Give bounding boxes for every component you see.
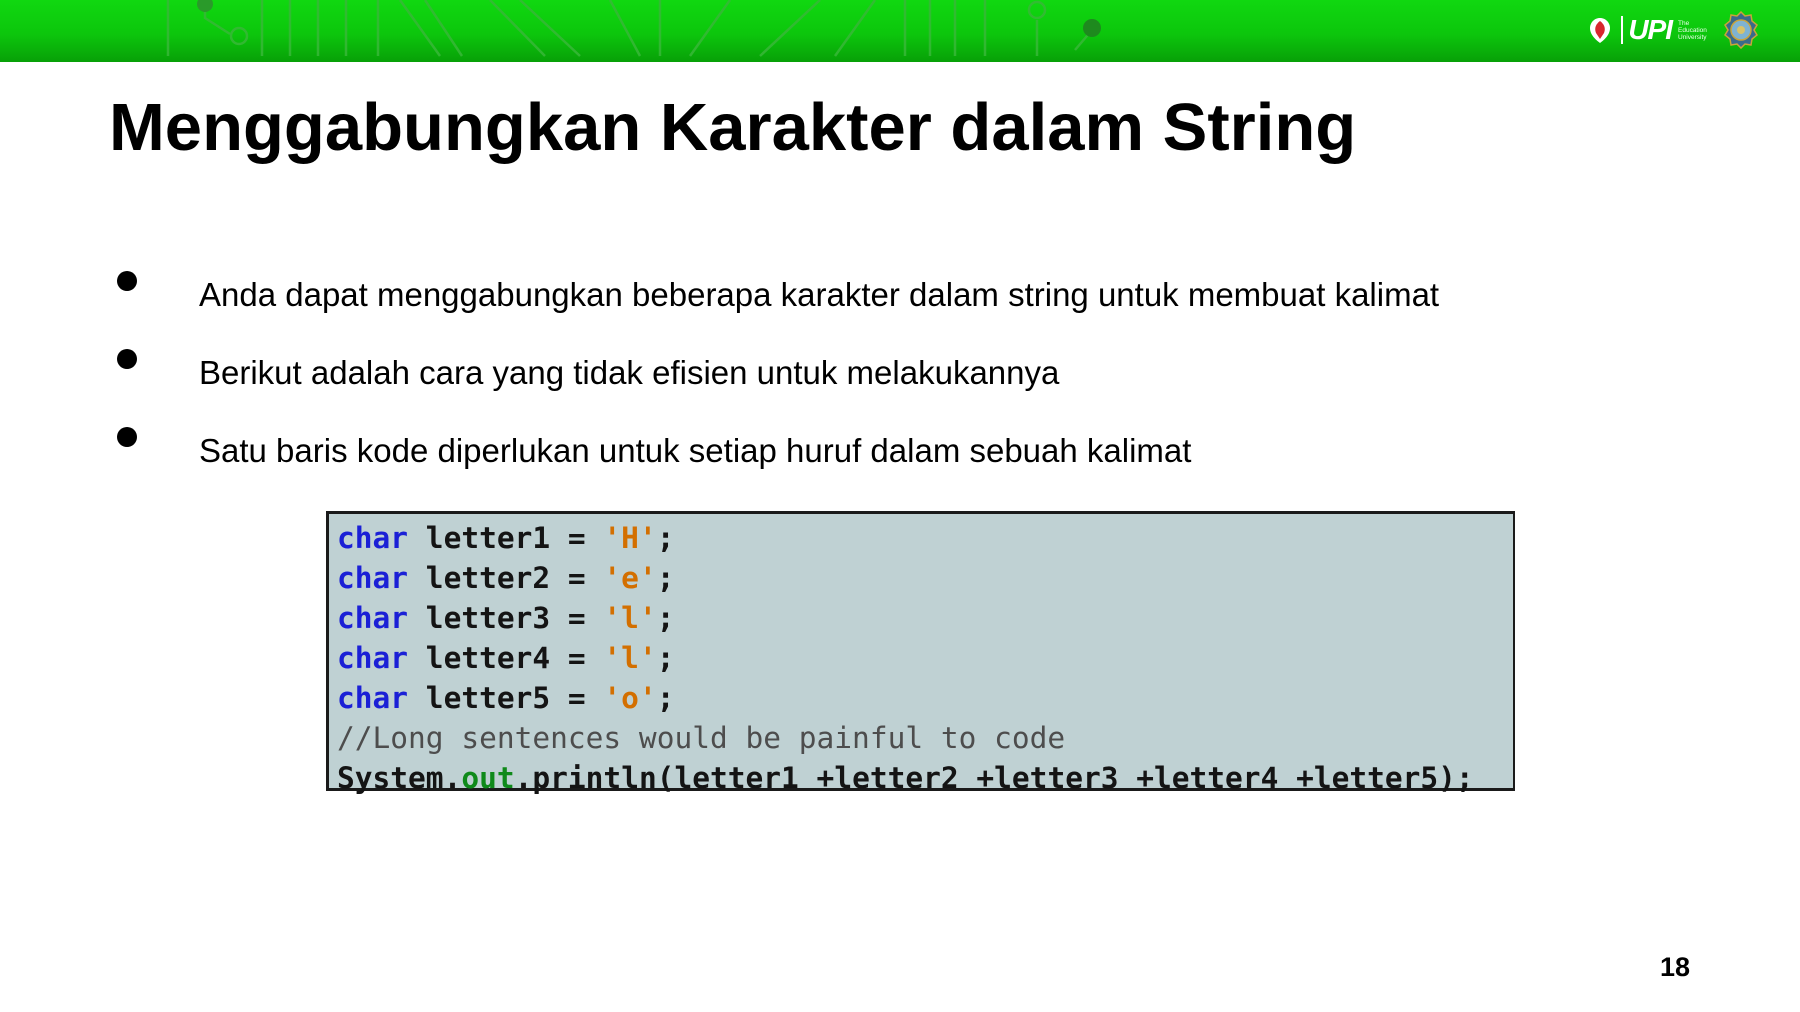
- code-token-kw: char: [337, 601, 409, 635]
- code-line: char letter2 = 'e';: [337, 558, 1513, 598]
- code-token-kw: char: [337, 521, 409, 555]
- code-token: ;: [656, 521, 675, 555]
- code-line: System.out.println(letter1 +letter2 +let…: [337, 758, 1513, 798]
- code-token-str: 'e': [603, 561, 657, 595]
- code-line: //Long sentences would be painful to cod…: [337, 718, 1513, 758]
- seal-icon: [1724, 11, 1758, 49]
- code-token: ;: [656, 601, 675, 635]
- code-line: char letter1 = 'H';: [337, 518, 1513, 558]
- code-token: letter1 =: [408, 521, 604, 555]
- bullet-dot-icon: [117, 271, 137, 291]
- code-token: letter2 =: [408, 561, 604, 595]
- bullet-text: Berikut adalah cara yang tidak efisien u…: [199, 354, 1060, 391]
- slide-title: Menggabungkan Karakter dalam String: [109, 90, 1357, 165]
- code-token-str: 'l': [603, 601, 657, 635]
- university-logo: UPI The Education University: [1585, 13, 1718, 47]
- code-token-kw: char: [337, 561, 409, 595]
- code-token: letter4 =: [408, 641, 604, 675]
- code-token-kw: char: [337, 681, 409, 715]
- code-token: letter5 =: [408, 681, 604, 715]
- code-token: letter3 =: [408, 601, 604, 635]
- header-bar: UPI The Education University: [0, 0, 1800, 62]
- code-token-str: 'H': [603, 521, 657, 555]
- code-token: ;: [656, 681, 675, 715]
- code-token: System.: [337, 761, 462, 795]
- code-token-kw: char: [337, 641, 409, 675]
- code-token-fld: out: [461, 761, 515, 795]
- code-token: ;: [656, 561, 675, 595]
- code-token-cmt: //Long sentences would be painful to cod…: [337, 721, 1066, 755]
- code-block: char letter1 = 'H'; char letter2 = 'e'; ch…: [326, 511, 1515, 795]
- code-line: char letter5 = 'o';: [337, 678, 1513, 718]
- bullet-dot-icon: [117, 349, 137, 369]
- code-token: .println(letter1 +letter2 +letter3 +lett…: [514, 761, 1474, 795]
- bullet-text: Satu baris kode diperlukan untuk setiap …: [199, 432, 1192, 469]
- code-line: char letter4 = 'l';: [337, 638, 1513, 678]
- logo-text: UPI: [1621, 16, 1673, 44]
- code-token-str: 'o': [603, 681, 657, 715]
- bullet-text: Anda dapat menggabungkan beberapa karakt…: [199, 276, 1440, 313]
- bullet-dot-icon: [117, 427, 137, 447]
- logo-tagline: The Education University: [1678, 19, 1707, 41]
- upi-emblem-icon: [1590, 18, 1611, 43]
- code-token: ;: [656, 641, 675, 675]
- code-token-str: 'l': [603, 641, 657, 675]
- code-line: char letter3 = 'l';: [337, 598, 1513, 638]
- page-number: 18: [1660, 952, 1691, 982]
- circuit-pattern: [166, 0, 1101, 57]
